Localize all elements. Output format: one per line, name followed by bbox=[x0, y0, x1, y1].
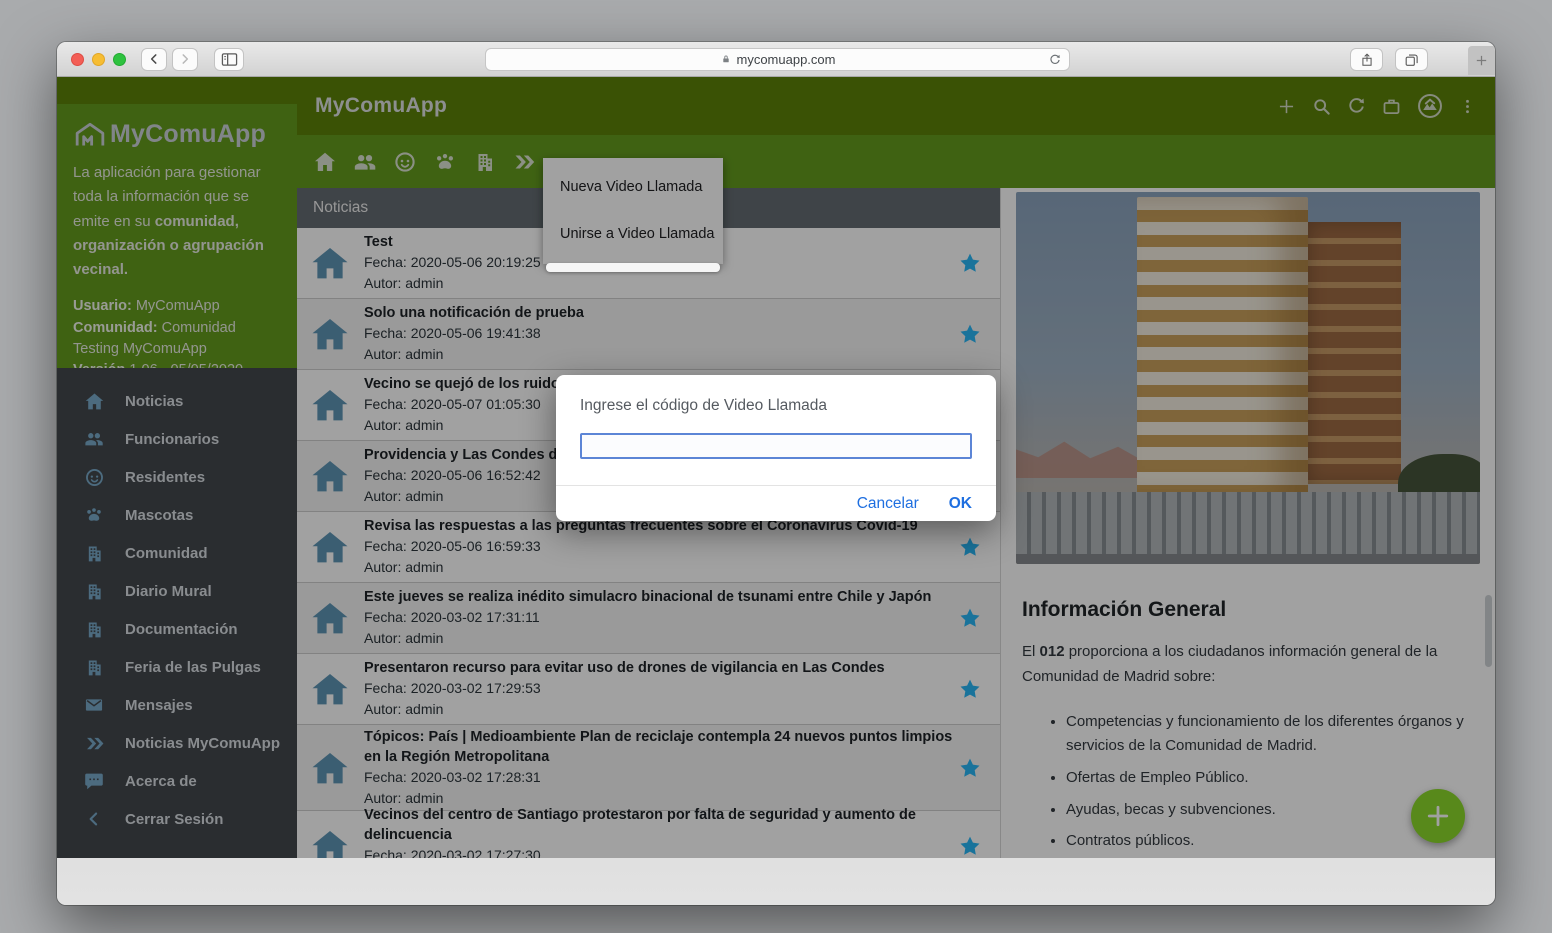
browser-new-tab-button[interactable] bbox=[1468, 46, 1495, 75]
share-icon bbox=[1360, 52, 1374, 68]
browser-tabs-button[interactable] bbox=[1395, 48, 1428, 71]
dropdown-bottom-strip bbox=[546, 263, 720, 272]
plus-icon bbox=[1474, 53, 1489, 68]
lock-icon bbox=[720, 53, 732, 66]
page-viewport: MyComuApp bbox=[57, 77, 1495, 905]
video-call-code-input[interactable] bbox=[580, 433, 972, 459]
reload-icon[interactable] bbox=[1048, 53, 1062, 67]
close-window-button[interactable] bbox=[71, 53, 84, 66]
address-bar[interactable]: mycomuapp.com bbox=[485, 48, 1070, 71]
browser-window: mycomuapp.com bbox=[57, 42, 1495, 905]
browser-share-button[interactable] bbox=[1350, 48, 1383, 71]
minimize-window-button[interactable] bbox=[92, 53, 105, 66]
browser-forward-button[interactable] bbox=[172, 48, 198, 71]
dialog-footer: Cancelar OK bbox=[556, 485, 996, 521]
dialog-prompt-label: Ingrese el código de Video Llamada bbox=[580, 397, 972, 415]
chevron-left-icon bbox=[147, 52, 161, 66]
desktop: mycomuapp.com bbox=[0, 0, 1552, 933]
video-call-code-dialog: Ingrese el código de Video Llamada Cance… bbox=[556, 375, 996, 521]
browser-sidebar-toggle-button[interactable] bbox=[214, 48, 244, 71]
browser-back-button[interactable] bbox=[141, 48, 167, 71]
tabs-overview-icon bbox=[1404, 53, 1419, 67]
cancel-button[interactable]: Cancelar bbox=[857, 495, 919, 513]
chevron-right-icon bbox=[178, 52, 192, 66]
mycomuapp-page: MyComuApp bbox=[57, 77, 1495, 858]
window-controls bbox=[71, 53, 126, 66]
ok-button[interactable]: OK bbox=[949, 495, 972, 513]
sidebar-toggle-icon bbox=[221, 52, 238, 67]
zoom-window-button[interactable] bbox=[113, 53, 126, 66]
address-url: mycomuapp.com bbox=[737, 52, 836, 67]
browser-titlebar: mycomuapp.com bbox=[57, 42, 1495, 77]
